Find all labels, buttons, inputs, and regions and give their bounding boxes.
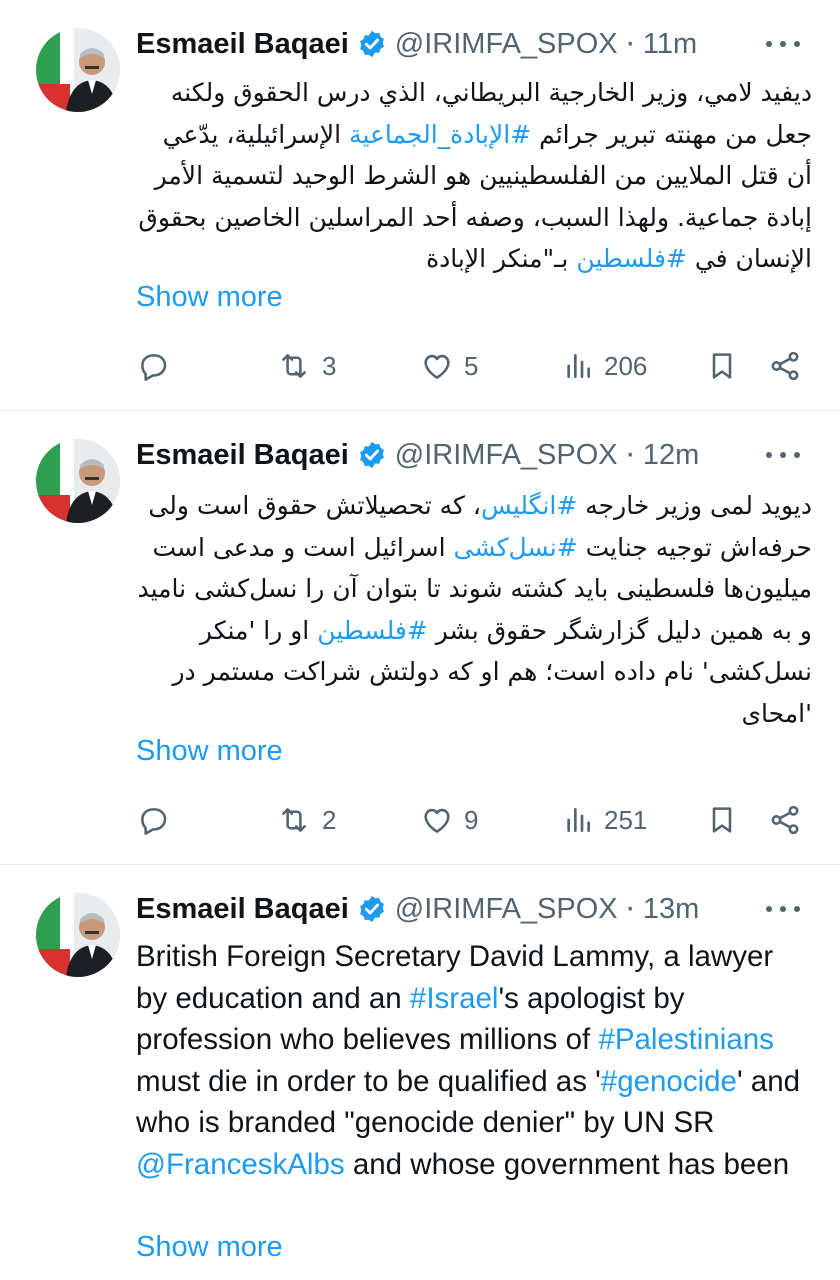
separator-dot: · <box>625 892 635 926</box>
show-more-link[interactable]: Show more <box>136 281 283 314</box>
verified-badge-icon <box>357 894 387 924</box>
hashtag-link[interactable]: #Israel <box>410 982 499 1015</box>
repost-icon <box>282 354 306 378</box>
hashtag-link[interactable]: #نسل‌کشی <box>454 533 578 562</box>
hashtag-link[interactable]: #genocide <box>601 1065 737 1098</box>
reply-icon <box>141 808 167 835</box>
bookmark-icon <box>712 807 732 833</box>
more-options-icon[interactable] <box>766 34 800 54</box>
verified-badge-icon <box>357 29 387 59</box>
tweet-header: Esmaeil Baqaei @IRIMFA_SPOX · 12m <box>136 435 699 475</box>
tweet-time[interactable]: 11m <box>643 28 697 61</box>
tweet-text-segment: and whose government has been <box>344 1147 790 1181</box>
tweet[interactable]: Esmaeil Baqaei @IRIMFA_SPOX · 11m ديفيد … <box>0 0 840 410</box>
share-icon <box>771 805 799 835</box>
tweet-actions: 2 9 251 <box>0 800 840 840</box>
tweet-text-segment: must die in order to be qualified as ' <box>136 1064 601 1098</box>
tweet-text: ديفيد لامي، وزير الخارجية البريطاني، الذ… <box>132 72 812 280</box>
tweet[interactable]: Esmaeil Baqaei @IRIMFA_SPOX · 12m دیوید … <box>0 411 840 864</box>
views-count: 251 <box>604 804 648 835</box>
hashtag-link[interactable]: #الإبادة_الجماعية <box>349 120 531 149</box>
share-button[interactable] <box>768 346 802 386</box>
show-more-link[interactable]: Show more <box>136 735 283 768</box>
repost-count: 3 <box>322 350 337 381</box>
like-button[interactable]: 5 <box>420 346 478 386</box>
author-handle[interactable]: @IRIMFA_SPOX <box>395 28 618 61</box>
tweet-actions: 3 5 206 <box>0 346 840 386</box>
reply-button[interactable] <box>136 800 180 840</box>
heart-icon <box>424 808 450 833</box>
avatar[interactable] <box>36 439 120 523</box>
hashtag-link[interactable]: #فلسطين <box>576 244 687 273</box>
reply-button[interactable] <box>136 346 180 386</box>
repost-count: 2 <box>322 804 337 835</box>
mention-link[interactable]: @FranceskAlbs <box>136 1148 345 1181</box>
views-chart-icon <box>567 354 590 378</box>
tweet-text: دیوید لمی وزیر خارجه #انگلیس، که تحصیلات… <box>132 485 813 734</box>
separator-dot: · <box>625 438 635 472</box>
hashtag-link[interactable]: #فلسطین <box>317 616 428 645</box>
avatar-image <box>36 893 120 977</box>
author-handle[interactable]: @IRIMFA_SPOX <box>395 439 618 472</box>
repost-icon <box>282 808 306 832</box>
hashtag-link[interactable]: #انگلیس <box>481 491 577 520</box>
author-handle[interactable]: @IRIMFA_SPOX <box>395 893 618 926</box>
avatar[interactable] <box>36 28 120 112</box>
tweet[interactable]: Esmaeil Baqaei @IRIMFA_SPOX · 13m Britis… <box>0 865 840 1280</box>
bookmark-button[interactable] <box>706 346 738 386</box>
views-button[interactable]: 206 <box>562 346 647 386</box>
tweet-text-segment: دیوید لمی وزیر خارجه <box>577 491 812 520</box>
bookmark-icon <box>712 353 732 379</box>
tweet-time[interactable]: 13m <box>643 893 699 926</box>
tweet-header: Esmaeil Baqaei @IRIMFA_SPOX · 11m <box>136 24 697 64</box>
like-count: 9 <box>464 804 479 835</box>
hashtag-link[interactable]: #Palestinians <box>598 1023 773 1056</box>
heart-icon <box>424 354 450 379</box>
tweet-text-segment: بـ"منكر الإبادة <box>426 244 577 273</box>
views-count: 206 <box>604 350 648 381</box>
show-more-link[interactable]: Show more <box>136 1231 283 1264</box>
avatar[interactable] <box>36 893 120 977</box>
repost-button[interactable]: 3 <box>276 346 336 386</box>
verified-badge-icon <box>357 440 387 470</box>
bookmark-button[interactable] <box>706 800 738 840</box>
author-name[interactable]: Esmaeil Baqaei <box>136 28 349 61</box>
more-options-icon[interactable] <box>766 899 800 919</box>
share-icon <box>771 351 799 381</box>
author-name[interactable]: Esmaeil Baqaei <box>136 439 349 472</box>
author-name[interactable]: Esmaeil Baqaei <box>136 893 349 926</box>
avatar-image <box>36 439 120 523</box>
reply-icon <box>141 354 167 381</box>
avatar-image <box>36 28 120 112</box>
like-button[interactable]: 9 <box>420 800 478 840</box>
views-button[interactable]: 251 <box>562 800 647 840</box>
tweet-header: Esmaeil Baqaei @IRIMFA_SPOX · 13m <box>136 889 699 929</box>
timeline-feed: Esmaeil Baqaei @IRIMFA_SPOX · 11m ديفيد … <box>0 0 840 1280</box>
views-chart-icon <box>567 808 590 832</box>
share-button[interactable] <box>768 800 802 840</box>
repost-button[interactable]: 2 <box>276 800 336 840</box>
tweet-time[interactable]: 12m <box>643 439 699 472</box>
tweet-text: British Foreign Secretary David Lammy, a… <box>136 936 806 1185</box>
separator-dot: · <box>625 27 635 61</box>
more-options-icon[interactable] <box>766 445 800 465</box>
like-count: 5 <box>464 350 479 381</box>
